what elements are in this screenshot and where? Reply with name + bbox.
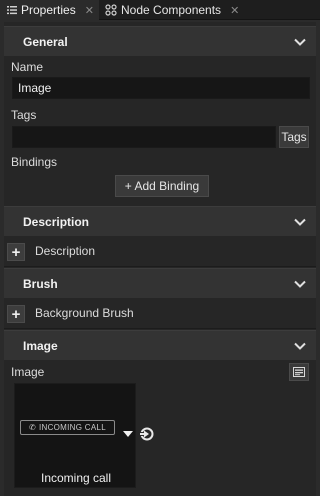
tab-label: Properties	[21, 3, 76, 17]
tab-node-components[interactable]: Node Components ✕	[100, 0, 248, 20]
chevron-down-icon[interactable]	[294, 278, 306, 290]
section-title: General	[23, 34, 68, 49]
chevron-down-icon[interactable]	[294, 36, 306, 48]
image-label: Image	[11, 365, 45, 379]
section-header-image[interactable]: Image	[4, 330, 316, 360]
section-header-description[interactable]: Description	[4, 206, 316, 236]
close-icon[interactable]: ✕	[230, 4, 239, 17]
thumbnail-caption: Incoming call	[40, 471, 112, 485]
add-binding-button[interactable]: + Add Binding	[115, 175, 209, 197]
incoming-call-badge: ✆ INCOMING CALL	[20, 420, 115, 435]
add-description-button[interactable]: +	[7, 243, 25, 261]
section-title: Brush	[23, 276, 58, 291]
add-background-brush-button[interactable]: +	[7, 305, 25, 323]
tags-field[interactable]	[12, 126, 276, 148]
bindings-label: Bindings	[11, 155, 58, 169]
chevron-down-icon[interactable]	[294, 216, 306, 228]
close-icon[interactable]: ✕	[85, 4, 94, 17]
tags-button[interactable]: Tags	[279, 126, 309, 148]
background-brush-label: Background Brush	[35, 306, 134, 320]
section-title: Description	[23, 214, 90, 229]
list-icon	[7, 6, 17, 15]
section-title: Image	[23, 338, 58, 353]
tab-bar: Properties ✕ Node Components ✕	[0, 0, 320, 20]
phone-icon: ✆	[28, 423, 36, 432]
divider	[4, 266, 316, 267]
divider	[4, 328, 316, 329]
image-browser-button[interactable]	[289, 363, 309, 381]
tab-properties[interactable]: Properties ✕	[0, 0, 99, 20]
dropdown-arrow-icon[interactable]	[123, 430, 133, 438]
section-header-general[interactable]: General	[4, 26, 316, 56]
components-icon	[105, 4, 117, 16]
tab-label: Node Components	[121, 3, 222, 17]
description-row-label: Description	[35, 244, 96, 258]
name-label: Name	[11, 60, 44, 74]
go-to-resource-icon[interactable]	[140, 427, 156, 441]
name-field[interactable]: Image	[12, 77, 310, 99]
chevron-down-icon[interactable]	[294, 340, 306, 352]
image-browser-icon	[293, 367, 305, 377]
badge-text: INCOMING CALL	[38, 423, 107, 432]
section-header-brush[interactable]: Brush	[4, 268, 316, 298]
tags-label: Tags	[11, 108, 37, 122]
image-thumbnail[interactable]: ✆ INCOMING CALL Incoming call	[14, 383, 136, 488]
